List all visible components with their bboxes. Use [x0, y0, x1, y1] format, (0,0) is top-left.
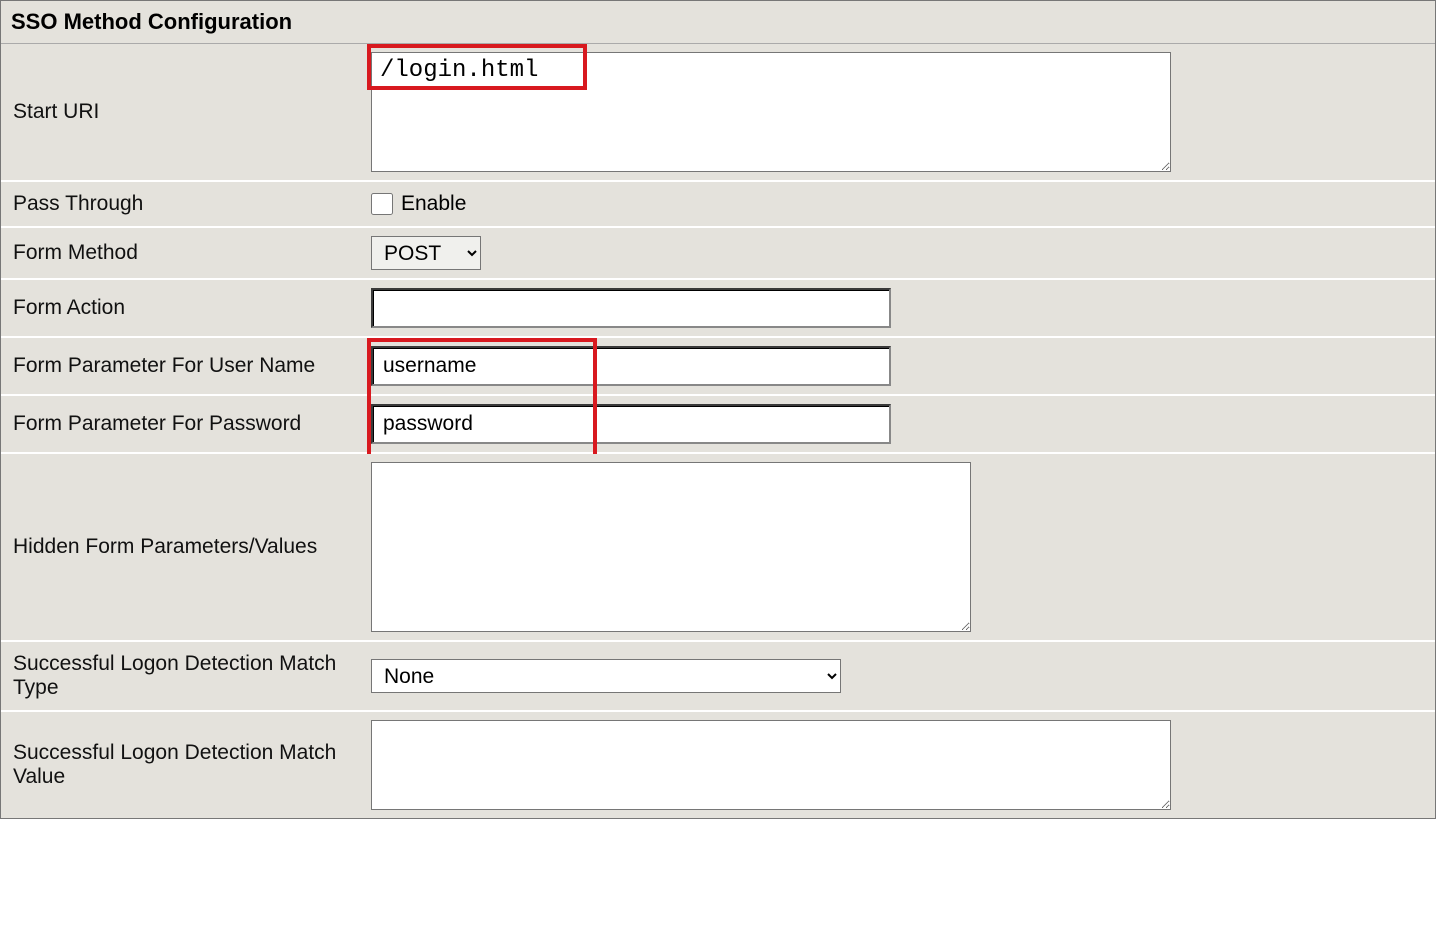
- section-title: SSO Method Configuration: [1, 1, 1435, 44]
- label-form-action: Form Action: [1, 280, 361, 336]
- label-pass-through: Pass Through: [1, 182, 361, 226]
- sso-config-panel: SSO Method Configuration Start URI Pass …: [0, 0, 1436, 819]
- row-param-user: Form Parameter For User Name: [1, 338, 1435, 396]
- param-rows-holder: Form Parameter For User Name Form Parame…: [1, 338, 1435, 454]
- match-value-textarea[interactable]: [371, 720, 1171, 810]
- cell-form-method: POST: [361, 228, 1435, 278]
- row-match-value: Successful Logon Detection Match Value: [1, 712, 1435, 818]
- match-type-select[interactable]: None: [371, 659, 841, 693]
- row-start-uri: Start URI: [1, 44, 1435, 182]
- form-method-select[interactable]: POST: [371, 236, 481, 270]
- row-pass-through: Pass Through Enable: [1, 182, 1435, 228]
- row-form-action: Form Action: [1, 280, 1435, 338]
- cell-param-pass: [361, 396, 1435, 452]
- label-match-value: Successful Logon Detection Match Value: [1, 712, 361, 818]
- label-param-pass: Form Parameter For Password: [1, 396, 361, 452]
- param-user-input[interactable]: [371, 346, 891, 386]
- label-form-method: Form Method: [1, 228, 361, 278]
- cell-hidden-params: [361, 454, 1435, 640]
- row-hidden-params: Hidden Form Parameters/Values: [1, 454, 1435, 642]
- row-match-type: Successful Logon Detection Match Type No…: [1, 642, 1435, 712]
- start-uri-textarea[interactable]: [371, 52, 1171, 172]
- label-hidden-params: Hidden Form Parameters/Values: [1, 454, 361, 640]
- pass-through-checkbox-wrap[interactable]: Enable: [371, 192, 466, 216]
- cell-param-user: [361, 338, 1435, 394]
- hidden-params-textarea[interactable]: [371, 462, 971, 632]
- pass-through-checkbox[interactable]: [371, 193, 393, 215]
- form-action-input[interactable]: [371, 288, 891, 328]
- pass-through-checkbox-label: Enable: [401, 192, 466, 216]
- label-param-user: Form Parameter For User Name: [1, 338, 361, 394]
- cell-start-uri: [361, 44, 1435, 180]
- label-match-type: Successful Logon Detection Match Type: [1, 642, 361, 710]
- cell-match-value: [361, 712, 1435, 818]
- cell-pass-through: Enable: [361, 182, 1435, 226]
- row-form-method: Form Method POST: [1, 228, 1435, 280]
- cell-form-action: [361, 280, 1435, 336]
- param-pass-input[interactable]: [371, 404, 891, 444]
- row-param-pass: Form Parameter For Password: [1, 396, 1435, 454]
- label-start-uri: Start URI: [1, 44, 361, 180]
- cell-match-type: None: [361, 642, 1435, 710]
